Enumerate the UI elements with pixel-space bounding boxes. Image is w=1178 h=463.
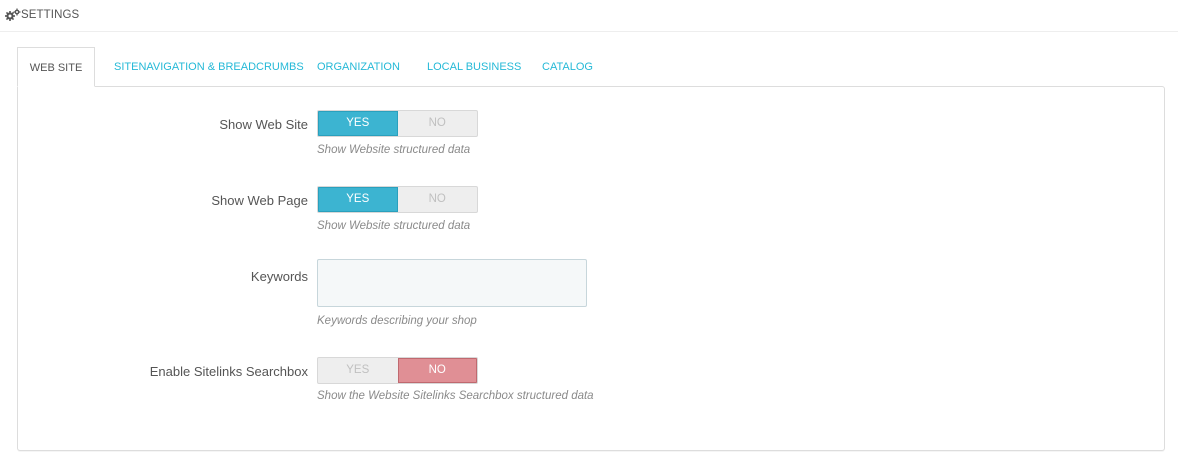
- show-web-page-help: Show Website structured data: [317, 220, 471, 232]
- tab-sitenavigation-breadcrumbs[interactable]: SITENAVIGATION & BREADCRUMBS: [114, 47, 304, 87]
- sitelinks-searchbox-switch[interactable]: YES NO: [317, 357, 478, 384]
- show-web-page-label: Show Web Page: [211, 193, 308, 208]
- keywords-help: Keywords describing your shop: [317, 315, 477, 327]
- tab-catalog[interactable]: CATALOG: [542, 47, 593, 87]
- show-web-site-help: Show Website structured data: [317, 144, 471, 156]
- tab-local-business[interactable]: LOCAL BUSINESS: [427, 47, 521, 87]
- keywords-label: Keywords: [250, 269, 308, 284]
- show-web-site-no-option[interactable]: NO: [398, 111, 478, 136]
- show-web-site-label: Show Web Site: [219, 117, 308, 132]
- sitelinks-searchbox-no-option[interactable]: NO: [397, 358, 477, 383]
- panel-heading: SETTINGS: [0, 0, 1178, 32]
- sitelinks-searchbox-yes-option[interactable]: YES: [318, 358, 398, 383]
- tab-web-site[interactable]: WEB SITE: [17, 47, 95, 87]
- show-web-page-no-option[interactable]: NO: [398, 187, 478, 212]
- tab-organization[interactable]: ORGANIZATION: [317, 47, 400, 87]
- tab-bar: WEB SITE SITENAVIGATION & BREADCRUMBS OR…: [17, 47, 1165, 87]
- cogs-icon: [5, 8, 21, 21]
- tab-content-web-site: Show Web Site YES NO Show Website struct…: [17, 86, 1165, 451]
- keywords-textarea[interactable]: [317, 259, 587, 307]
- show-web-site-switch[interactable]: YES NO: [317, 110, 478, 137]
- panel-title: SETTINGS: [21, 9, 80, 21]
- show-web-page-switch[interactable]: YES NO: [317, 186, 478, 213]
- show-web-site-yes-option[interactable]: YES: [318, 111, 398, 136]
- sitelinks-searchbox-label: Enable Sitelinks Searchbox: [149, 364, 308, 379]
- sitelinks-searchbox-help: Show the Website Sitelinks Searchbox str…: [317, 390, 594, 402]
- show-web-page-yes-option[interactable]: YES: [318, 187, 398, 212]
